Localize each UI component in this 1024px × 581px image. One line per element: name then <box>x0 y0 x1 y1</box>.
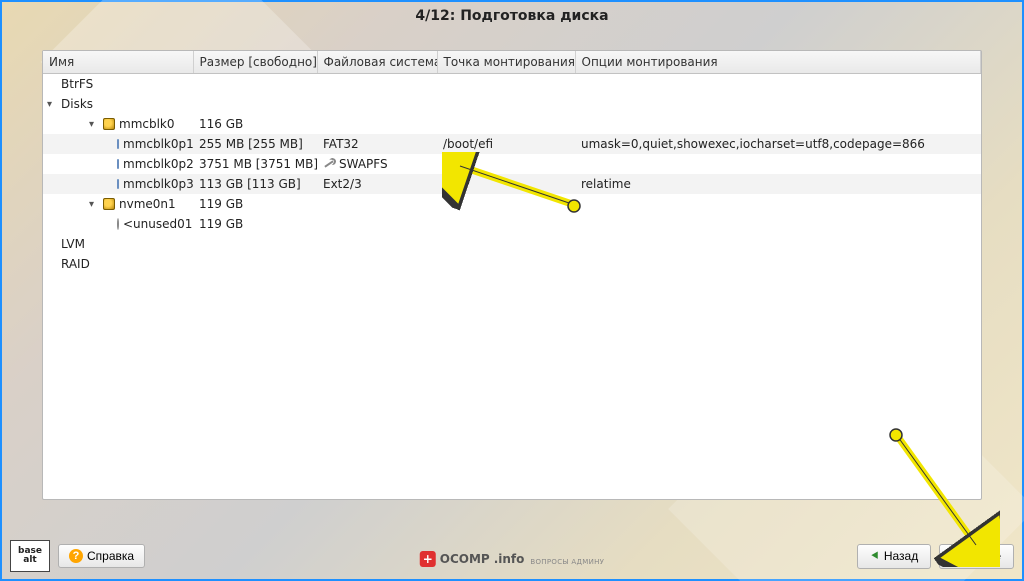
tree-label: mmcblk0p2 <box>123 157 193 171</box>
page-title: 4/12: Подготовка диска <box>2 2 1022 32</box>
disk-icon <box>103 198 115 210</box>
tree-label: nvme0n1 <box>119 197 176 211</box>
tree-label: mmcblk0p3 <box>123 177 193 191</box>
tree-label: LVM <box>61 237 85 251</box>
col-header-mount[interactable]: Точка монтирования <box>437 51 575 74</box>
partition-icon <box>117 159 119 169</box>
disk-tree-rows: BtrFS ▾ Disks ▾ mmcblk0 116 GB <box>43 74 981 274</box>
tree-label: Disks <box>61 97 93 111</box>
disk-tree-panel: Имя Размер [свободно] Файловая система Т… <box>42 50 982 500</box>
next-button[interactable]: ⯈ Далее <box>939 544 1014 569</box>
chevron-left-icon: ⯇ <box>870 549 880 564</box>
tree-row-mmcblk0p1[interactable]: mmcblk0p1 255 MB [255 MB] FAT32 /boot/ef… <box>43 134 981 154</box>
chevron-down-icon[interactable]: ▾ <box>47 99 57 110</box>
col-header-fs[interactable]: Файловая система <box>317 51 437 74</box>
fs-value: SWAPFS <box>339 157 388 171</box>
disk-icon <box>103 118 115 130</box>
size-value: 116 GB <box>193 117 317 131</box>
back-button[interactable]: ⯇ Назад <box>857 544 931 569</box>
chevron-right-icon: ⯈ <box>952 549 962 564</box>
tree-row-btrfs[interactable]: BtrFS <box>43 74 981 94</box>
size-value: 113 GB [113 GB] <box>193 177 317 191</box>
back-label: Назад <box>884 549 918 563</box>
tree-row-lvm[interactable]: LVM <box>43 234 981 254</box>
tree-row-mmcblk0p3[interactable]: mmcblk0p3 113 GB [113 GB] Ext2/3 / relat… <box>43 174 981 194</box>
chevron-down-icon[interactable]: ▾ <box>89 119 99 130</box>
tree-row-mmcblk0p2[interactable]: mmcblk0p2 3751 MB [3751 MB] SWAPFS <box>43 154 981 174</box>
help-icon: ? <box>69 549 83 563</box>
tree-row-unused[interactable]: <unused011> 119 GB <box>43 214 981 234</box>
tree-label: BtrFS <box>61 77 93 91</box>
partition-icon <box>117 139 119 149</box>
unused-space-icon <box>117 218 119 230</box>
disk-tree-header: Имя Размер [свободно] Файловая система Т… <box>43 51 981 74</box>
distro-logo: base alt <box>10 540 50 572</box>
tree-label: mmcblk0 <box>119 117 175 131</box>
opts-value: relatime <box>575 177 981 191</box>
col-header-size[interactable]: Размер [свободно] <box>193 51 317 74</box>
partition-icon <box>117 179 119 189</box>
size-value: 119 GB <box>193 197 317 211</box>
size-value: 119 GB <box>193 217 317 231</box>
tree-row-nvme0n1[interactable]: ▾ nvme0n1 119 GB <box>43 194 981 214</box>
col-header-opts[interactable]: Опции монтирования <box>575 51 981 74</box>
next-label: Далее <box>966 549 1001 563</box>
help-button[interactable]: ? Справка <box>58 544 145 568</box>
size-value: 3751 MB [3751 MB] <box>193 157 317 171</box>
wrench-icon <box>323 158 335 170</box>
tree-label: mmcblk0p1 <box>123 137 193 151</box>
tree-row-raid[interactable]: RAID <box>43 254 981 274</box>
col-header-name[interactable]: Имя <box>43 51 193 74</box>
footer-bar: base alt ? Справка ⯇ Назад ⯈ Далее <box>10 541 1014 571</box>
help-label: Справка <box>87 549 134 563</box>
fs-value: Ext2/3 <box>317 177 437 191</box>
tree-label: <unused011> <box>123 217 193 231</box>
opts-value: umask=0,quiet,showexec,iocharset=utf8,co… <box>575 137 981 151</box>
tree-label: RAID <box>61 257 90 271</box>
tree-row-mmcblk0[interactable]: ▾ mmcblk0 116 GB <box>43 114 981 134</box>
mount-value: / <box>437 177 575 191</box>
fs-value: FAT32 <box>317 137 437 151</box>
logo-text-bot: alt <box>23 556 36 565</box>
chevron-down-icon[interactable]: ▾ <box>89 199 99 210</box>
tree-row-disks[interactable]: ▾ Disks <box>43 94 981 114</box>
size-value: 255 MB [255 MB] <box>193 137 317 151</box>
mount-value: /boot/efi <box>437 137 575 151</box>
installer-window: 4/12: Подготовка диска Имя Размер [свобо… <box>0 0 1024 581</box>
